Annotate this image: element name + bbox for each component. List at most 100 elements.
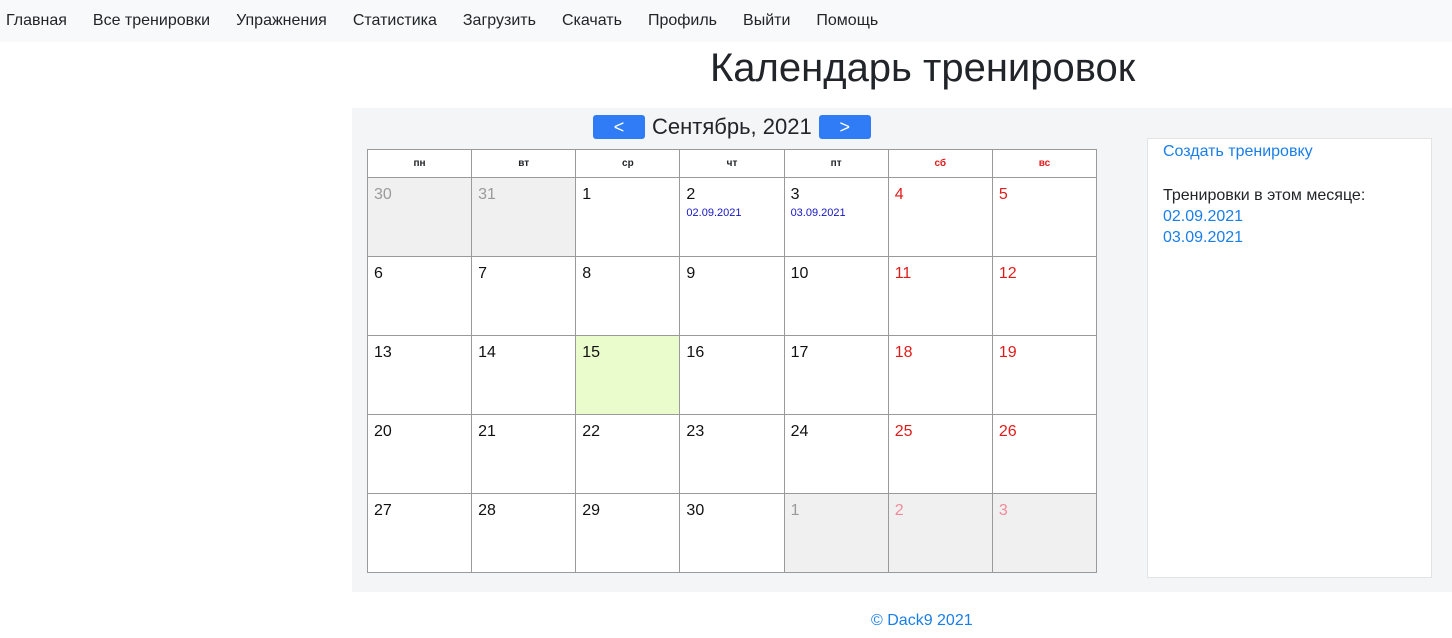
calendar-day-cell[interactable]: 24 [783, 414, 889, 494]
calendar-day-cell[interactable]: 21 [471, 414, 577, 494]
day-number: 3 [790, 186, 800, 203]
calendar-day-cell[interactable]: 15 [575, 335, 681, 415]
calendar-day-cell[interactable]: 18 [887, 335, 993, 415]
calendar-day-cell[interactable]: 11 [887, 256, 993, 336]
calendar-panel: < Сентябрь, 2021 > пн вт ср чт пт сб вс … [352, 108, 1452, 592]
calendar-day-cell[interactable]: 3 [991, 493, 1098, 573]
calendar-day-cell[interactable]: 16 [679, 335, 785, 415]
day-number: 24 [790, 423, 809, 440]
day-number: 23 [686, 423, 705, 440]
calendar-day-cell[interactable]: 30 [366, 177, 473, 257]
month-workout-link[interactable]: 02.09.2021 [1163, 208, 1431, 226]
next-month-button[interactable]: > [818, 115, 871, 139]
weekday-header-row: пн вт ср чт пт сб вс [366, 149, 1098, 178]
day-number: 22 [582, 423, 601, 440]
calendar-day-cell[interactable]: 23 [679, 414, 785, 494]
month-navigation: < Сентябрь, 2021 > [593, 114, 871, 140]
month-workout-link[interactable]: 03.09.2021 [1163, 229, 1431, 247]
day-number: 7 [478, 265, 488, 282]
calendar-day-cell[interactable]: 27 [366, 493, 473, 573]
weekday-header: сб [887, 149, 993, 178]
weekday-header: пт [783, 149, 889, 178]
day-number: 3 [998, 502, 1008, 519]
calendar-day-cell[interactable]: 1 [783, 493, 889, 573]
calendar-week-row: 13 14 15 16 17 18 19 [366, 335, 1098, 415]
month-label: Сентябрь, 2021 [652, 114, 812, 139]
top-navbar: Главная Все тренировки Упражнения Статис… [0, 0, 1452, 42]
nav-profile[interactable]: Профиль [648, 0, 717, 42]
calendar-day-cell[interactable]: 22 [575, 414, 681, 494]
day-workout-link[interactable]: 02.09.2021 [686, 207, 777, 219]
calendar-day-cell[interactable]: 17 [783, 335, 889, 415]
day-number: 2 [894, 502, 904, 519]
day-number: 29 [582, 502, 601, 519]
prev-month-button[interactable]: < [593, 115, 645, 139]
calendar-day-cell[interactable]: 6 [366, 256, 473, 336]
calendar-day-cell[interactable]: 9 [679, 256, 785, 336]
nav-statistics[interactable]: Статистика [353, 0, 437, 42]
day-number: 4 [894, 186, 904, 203]
nav-upload[interactable]: Загрузить [463, 0, 536, 42]
nav-help[interactable]: Помощь [816, 0, 878, 42]
day-number: 6 [374, 265, 383, 282]
calendar-week-row: 30 31 1 2 02.09.2021 3 03.09.2021 4 5 [366, 177, 1098, 257]
day-number: 8 [582, 265, 592, 282]
calendar-week-row: 6 7 8 9 10 11 12 [366, 256, 1098, 336]
calendar-day-cell[interactable]: 1 [575, 177, 681, 257]
day-number: 31 [478, 186, 496, 203]
calendar-day-cell[interactable]: 2 [887, 493, 993, 573]
create-workout-link[interactable]: Создать тренировку [1163, 143, 1431, 161]
day-number: 10 [790, 265, 809, 282]
calendar-day-cell[interactable]: 5 [991, 177, 1098, 257]
calendar-day-cell[interactable]: 26 [991, 414, 1098, 494]
nav-exercises[interactable]: Упражнения [236, 0, 327, 42]
calendar-day-cell[interactable]: 30 [679, 493, 785, 573]
day-number: 30 [686, 502, 705, 519]
nav-download[interactable]: Скачать [562, 0, 622, 42]
page-title: Календарь тренировок [710, 46, 1136, 90]
day-number: 1 [582, 186, 592, 203]
calendar-body: 30 31 1 2 02.09.2021 3 03.09.2021 4 5 6 7 8 9 10 11 12 1… [366, 177, 1098, 573]
nav-logout[interactable]: Выйти [743, 0, 790, 42]
day-number: 2 [686, 186, 696, 203]
calendar-day-cell[interactable]: 3 03.09.2021 [783, 177, 889, 257]
day-number: 11 [894, 265, 912, 282]
calendar-day-cell[interactable]: 10 [783, 256, 889, 336]
footer-copyright[interactable]: © Dack9 2021 [871, 612, 973, 630]
weekday-header: вс [991, 149, 1098, 178]
day-number: 16 [686, 344, 705, 361]
day-number: 18 [894, 344, 913, 361]
day-number: 1 [790, 502, 800, 519]
nav-all-workouts[interactable]: Все тренировки [93, 0, 210, 42]
calendar-day-cell[interactable]: 12 [991, 256, 1098, 336]
calendar-day-cell[interactable]: 2 02.09.2021 [679, 177, 785, 257]
calendar-week-row: 27 28 29 30 1 2 3 [366, 493, 1098, 573]
calendar-day-cell[interactable]: 13 [366, 335, 473, 415]
calendar-day-cell[interactable]: 28 [471, 493, 577, 573]
calendar-grid: пн вт ср чт пт сб вс 30 31 1 2 02.09.2021 3 03… [366, 149, 1098, 573]
calendar-day-cell[interactable]: 4 [887, 177, 993, 257]
calendar-day-cell[interactable]: 8 [575, 256, 681, 336]
day-number: 9 [686, 265, 696, 282]
weekday-header: чт [679, 149, 785, 178]
calendar-day-cell[interactable]: 31 [471, 177, 577, 257]
calendar-day-cell[interactable]: 7 [471, 256, 577, 336]
weekday-header: ср [575, 149, 681, 178]
calendar-week-row: 20 21 22 23 24 25 26 [366, 414, 1098, 494]
month-workouts-heading: Тренировки в этом месяце: [1163, 187, 1366, 204]
calendar-day-cell[interactable]: 20 [366, 414, 473, 494]
calendar-day-cell[interactable]: 25 [887, 414, 993, 494]
weekday-header: вт [471, 149, 577, 178]
day-number: 15 [582, 344, 601, 361]
workouts-sidebar: Создать тренировку Тренировки в этом мес… [1147, 138, 1432, 578]
day-number: 28 [478, 502, 496, 519]
nav-home[interactable]: Главная [6, 0, 67, 42]
day-number: 12 [998, 265, 1017, 282]
day-number: 13 [374, 344, 392, 361]
calendar-day-cell[interactable]: 14 [471, 335, 577, 415]
calendar-day-cell[interactable]: 29 [575, 493, 681, 573]
day-number: 20 [374, 423, 392, 440]
day-workout-link[interactable]: 03.09.2021 [791, 207, 882, 219]
calendar-day-cell[interactable]: 19 [991, 335, 1098, 415]
day-number: 27 [374, 502, 392, 519]
